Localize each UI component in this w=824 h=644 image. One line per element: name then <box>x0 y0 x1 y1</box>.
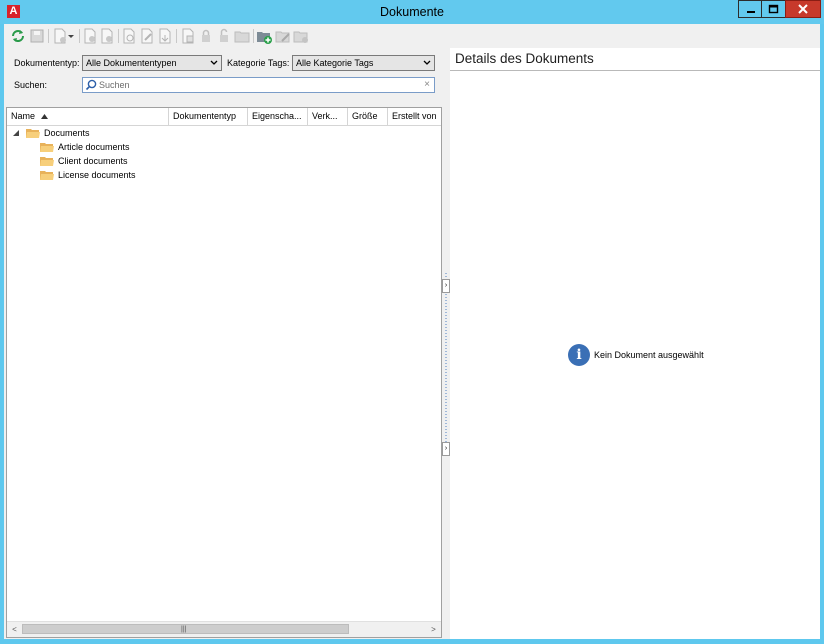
search-icon <box>85 79 97 91</box>
tags-value: Alle Kategorie Tags <box>296 58 374 68</box>
refresh-icon[interactable] <box>10 28 26 44</box>
expand-pane-button[interactable]: › <box>442 442 450 456</box>
folder-open-icon <box>40 143 54 152</box>
new-document-icon[interactable] <box>52 28 68 44</box>
toolbar <box>4 24 820 48</box>
column-header-label: Dokumententyp <box>173 111 237 121</box>
toolbar-separator <box>118 29 119 43</box>
folder-open-icon <box>40 157 54 166</box>
collapse-pane-button[interactable]: › <box>442 279 450 293</box>
edit-folder-icon[interactable] <box>275 28 291 44</box>
doc-type-value: Alle Dokumententypen <box>86 58 177 68</box>
close-button[interactable] <box>785 0 821 18</box>
tree-node-label: Documents <box>44 128 90 138</box>
maximize-icon <box>768 4 779 14</box>
column-header-size[interactable]: Größe <box>348 108 388 125</box>
column-header-doctype[interactable]: Dokumententyp <box>169 108 248 125</box>
document-open-icon[interactable] <box>121 28 137 44</box>
column-header-label: Erstellt von <box>392 111 437 121</box>
details-title: Details des Dokuments <box>455 51 594 66</box>
toolbar-separator <box>48 29 49 43</box>
column-header-created-by[interactable]: Erstellt von <box>388 108 441 125</box>
document-copy-icon[interactable] <box>180 28 196 44</box>
expand-triangle-icon <box>13 130 19 136</box>
tags-select[interactable]: Alle Kategorie Tags <box>292 55 435 71</box>
close-icon <box>798 4 808 14</box>
folder-icon[interactable] <box>234 28 250 44</box>
folder-open-icon <box>26 129 40 138</box>
column-header-row: Name Dokumententyp Eigenscha... Verk... … <box>7 108 441 126</box>
tags-label: Kategorie Tags: <box>227 58 290 68</box>
toolbar-separator <box>79 29 80 43</box>
document-edit-icon[interactable] <box>139 28 155 44</box>
save-icon[interactable] <box>29 28 45 44</box>
document-export-icon[interactable] <box>157 28 173 44</box>
clear-search-icon[interactable]: × <box>424 79 430 90</box>
toolbar-separator <box>253 29 254 43</box>
scroll-left-button[interactable]: < <box>7 622 22 637</box>
details-divider <box>450 70 820 71</box>
minimize-icon <box>747 11 755 13</box>
document-dropdown-icon[interactable] <box>67 28 75 44</box>
chevron-down-icon <box>423 60 431 65</box>
chevron-down-icon <box>210 60 218 65</box>
details-pane: Details des Dokuments i Kein Dokument au… <box>450 48 820 639</box>
column-header-label: Name <box>11 111 36 121</box>
document-tree-grid: Name Dokumententyp Eigenscha... Verk... … <box>6 107 442 638</box>
tree-node-label: License documents <box>58 170 136 180</box>
document-action-icon[interactable] <box>82 28 98 44</box>
client-area: Dokumententyp: Alle Dokumententypen Kate… <box>4 24 820 639</box>
column-header-label: Größe <box>352 111 378 121</box>
column-header-name[interactable]: Name <box>7 108 169 125</box>
window-title: Dokumente <box>380 5 444 19</box>
title-bar: A Dokumente <box>0 0 824 24</box>
new-folder-icon[interactable] <box>256 28 272 44</box>
tree-node-label: Client documents <box>58 156 128 166</box>
folder-settings-icon[interactable] <box>293 28 309 44</box>
search-input[interactable]: Suchen × <box>82 77 435 93</box>
info-icon: i <box>568 344 590 366</box>
tree-node-label: Article documents <box>58 142 130 152</box>
maximize-button[interactable] <box>761 0 786 18</box>
unlock-icon[interactable] <box>216 28 232 44</box>
lock-icon[interactable] <box>198 28 214 44</box>
column-header-properties[interactable]: Eigenscha... <box>248 108 308 125</box>
search-label: Suchen: <box>14 80 48 90</box>
horizontal-scrollbar[interactable]: < ||| > <box>7 621 441 637</box>
document-action-icon[interactable] <box>99 28 115 44</box>
scroll-right-button[interactable]: > <box>426 622 441 637</box>
toolbar-separator <box>176 29 177 43</box>
splitter-grip <box>445 273 447 453</box>
minimize-button[interactable] <box>738 0 762 18</box>
column-header-label: Verk... <box>312 111 338 121</box>
scrollbar-thumb[interactable]: ||| <box>22 624 349 634</box>
column-header-label: Eigenscha... <box>252 111 302 121</box>
column-header-linked[interactable]: Verk... <box>308 108 348 125</box>
folder-open-icon <box>40 171 54 180</box>
scrollbar-grip: ||| <box>181 626 187 633</box>
empty-state-message: Kein Dokument ausgewählt <box>594 350 704 360</box>
doc-type-select[interactable]: Alle Dokumententypen <box>82 55 222 71</box>
search-placeholder: Suchen <box>99 80 130 90</box>
sort-ascending-icon <box>41 114 48 119</box>
pane-splitter[interactable]: › › <box>442 48 450 639</box>
doc-type-label: Dokumententyp: <box>14 58 80 68</box>
